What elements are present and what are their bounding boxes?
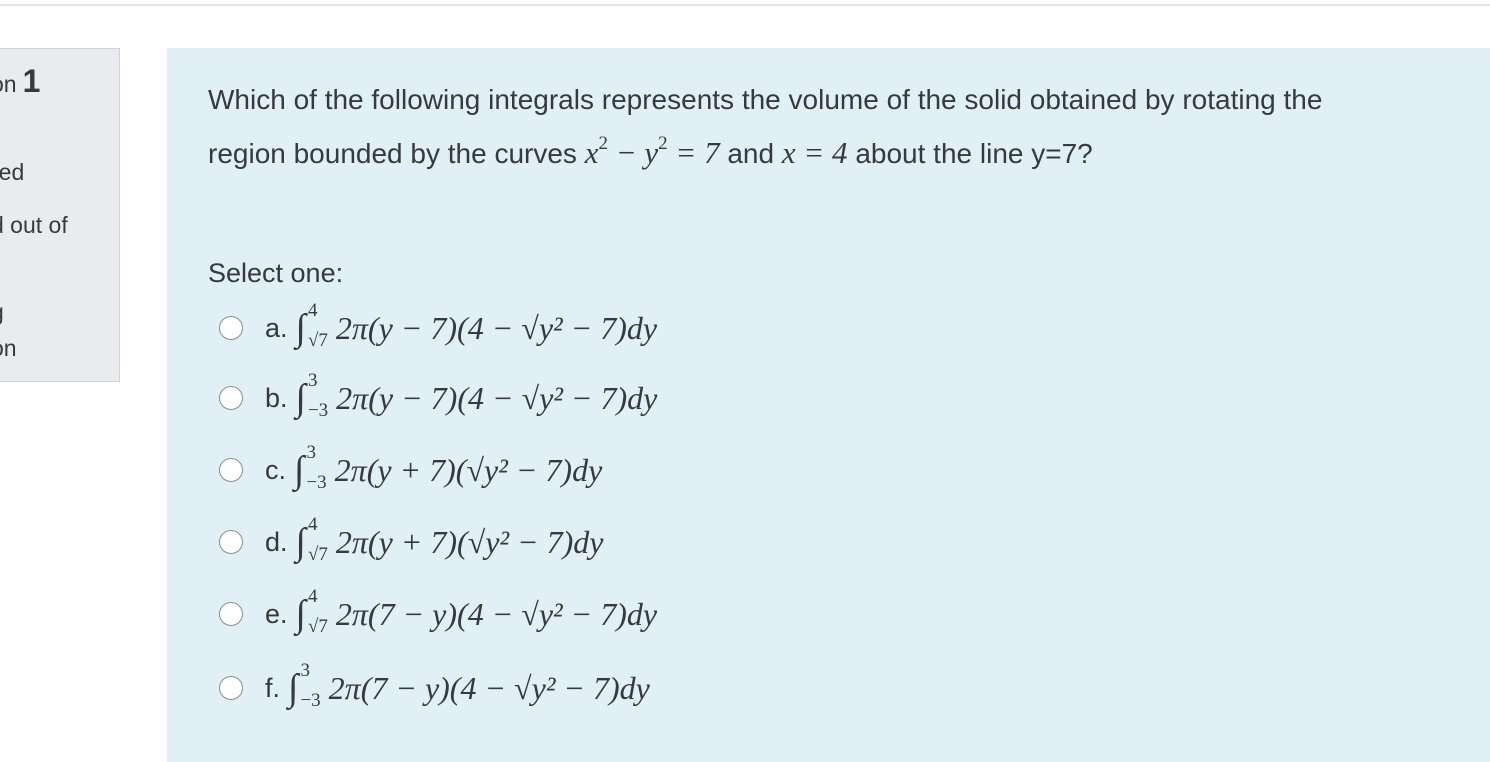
option-d-expr: 2π(y + 7)(√y² − 7)dy [335, 523, 604, 560]
integral-icon: ∫ [288, 667, 299, 709]
top-divider [0, 4, 1490, 6]
option-f-math: ∫ 3 −3 2π(7 − y)(4 − √y² − 7)dy [288, 661, 650, 711]
question-number-line: on1 [0, 63, 40, 100]
option-e[interactable]: e. ∫ 4 √7 2π(7 − y)(4 − √y² − 7)dy [219, 584, 1119, 644]
option-e-upper: 4 [307, 586, 318, 607]
option-e-expr: 2π(7 − y)(4 − √y² − 7)dy [335, 595, 658, 632]
question-text: Which of the following integrals represe… [208, 78, 1468, 176]
status-answered: red [0, 159, 25, 185]
option-c-math: ∫ 3 −3 2π(y + 7)(√y² − 7)dy [294, 443, 603, 493]
option-d-math: ∫ 4 √7 2π(y + 7)(√y² − 7)dy [295, 515, 604, 565]
option-b-upper: 3 [307, 370, 318, 391]
option-e-math: ∫ 4 √7 2π(7 − y)(4 − √y² − 7)dy [295, 587, 658, 637]
option-a-math: ∫ 4 √7 2π(y − 7)(4 − √y² − 7)dy [295, 301, 658, 351]
option-a[interactable]: a. ∫ 4 √7 2π(y − 7)(4 − √y² − 7)dy [219, 298, 1119, 358]
marks-text: d out of [0, 212, 68, 238]
option-f-expr: 2π(7 − y)(4 − √y² − 7)dy [328, 669, 650, 706]
integral-icon: ∫ [295, 593, 306, 635]
option-a-expr: 2π(y − 7)(4 − √y² − 7)dy [335, 309, 658, 346]
option-d-upper: 4 [307, 514, 318, 535]
flag-question-icon-text[interactable]: g [0, 299, 4, 326]
option-d-letter: d. [265, 526, 288, 557]
option-d[interactable]: d. ∫ 4 √7 2π(y + 7)(√y² − 7)dy [219, 512, 1119, 572]
option-b-lower: −3 [307, 400, 329, 421]
integral-icon: ∫ [295, 521, 306, 563]
integral-icon: ∫ [294, 449, 305, 491]
option-a-letter: a. [265, 312, 288, 343]
question-number: 1 [22, 63, 41, 99]
option-d-radio[interactable] [219, 530, 243, 554]
question-info-panel: on1 t red d out of g on [0, 48, 120, 382]
question-text-line2a: region bounded by the curves [208, 138, 585, 169]
flag-question-link[interactable]: on [0, 335, 17, 362]
option-c-expr: 2π(y + 7)(√y² − 7)dy [334, 451, 603, 488]
option-c-upper: 3 [306, 442, 316, 463]
question-content: Which of the following integrals represe… [167, 48, 1490, 762]
equation-line: x = 4 [781, 135, 848, 170]
select-one-prompt: Select one: [208, 258, 344, 288]
question-label: on [0, 71, 17, 97]
option-c-lower: −3 [306, 472, 327, 493]
option-f-lower: −3 [300, 690, 321, 711]
option-c-radio[interactable] [219, 458, 243, 482]
question-text-line1: Which of the following integrals represe… [208, 84, 1323, 115]
option-b-letter: b. [265, 382, 288, 413]
option-f[interactable]: f. ∫ 3 −3 2π(7 − y)(4 − √y² − 7)dy [219, 658, 1119, 718]
option-b[interactable]: b. ∫ 3 −3 2π(y − 7)(4 − √y² − 7)dy [219, 368, 1119, 428]
option-f-radio[interactable] [219, 676, 243, 700]
option-f-upper: 3 [300, 660, 310, 681]
integral-icon: ∫ [295, 307, 306, 349]
equation-curve: x2 − y2 = 7 [584, 133, 720, 170]
option-a-radio[interactable] [219, 316, 243, 340]
option-a-lower: √7 [307, 330, 328, 351]
option-e-radio[interactable] [219, 602, 243, 626]
integral-icon: ∫ [295, 377, 306, 419]
option-a-upper: 4 [307, 300, 318, 321]
option-b-math: ∫ 3 −3 2π(y − 7)(4 − √y² − 7)dy [295, 371, 658, 421]
option-c-letter: c. [265, 454, 287, 485]
option-d-lower: √7 [307, 544, 328, 565]
question-text-line2b: about the line y=7? [847, 138, 1093, 169]
option-b-radio[interactable] [219, 386, 243, 410]
option-c[interactable]: c. ∫ 3 −3 2π(y + 7)(√y² − 7)dy [219, 440, 1119, 500]
option-e-letter: e. [265, 598, 288, 629]
option-e-lower: √7 [307, 616, 328, 637]
option-f-letter: f. [265, 672, 281, 703]
and-word: and [719, 138, 782, 169]
option-b-expr: 2π(y − 7)(4 − √y² − 7)dy [336, 379, 658, 416]
